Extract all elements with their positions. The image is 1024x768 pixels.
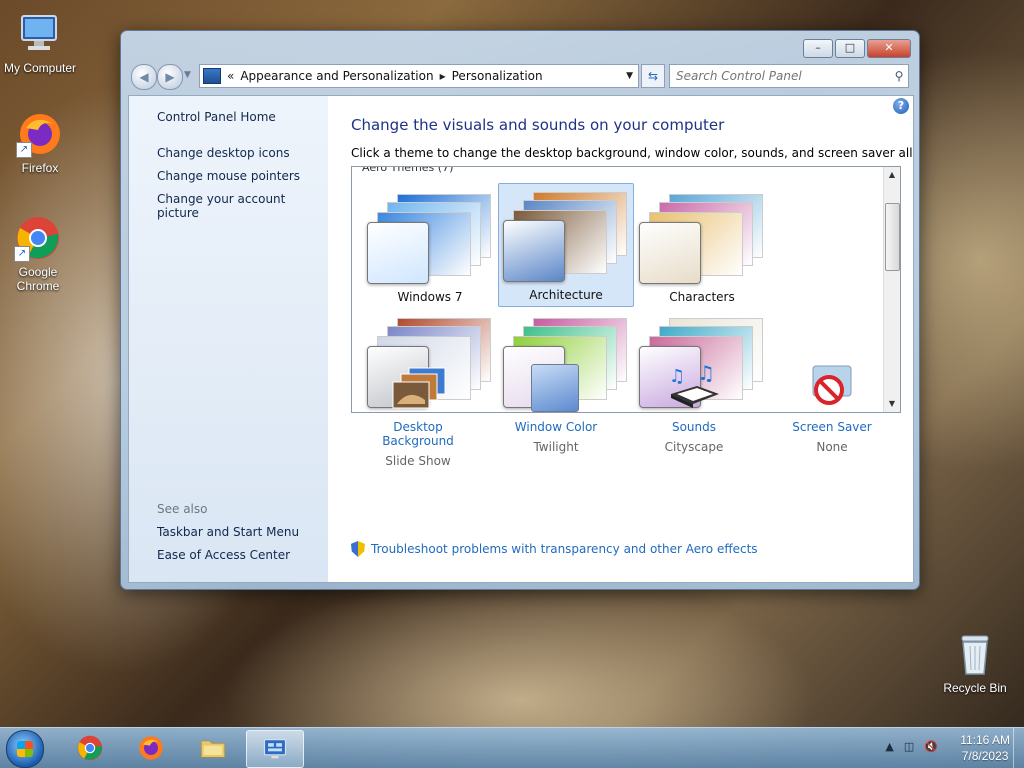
firefox-icon: ↗ — [16, 110, 64, 158]
show-desktop-button[interactable] — [1013, 728, 1024, 768]
control-panel-home-link[interactable]: Control Panel Home — [157, 110, 276, 124]
change-mouse-pointers-link[interactable]: Change mouse pointers — [157, 169, 300, 183]
shield-icon — [351, 541, 365, 557]
window-color-link[interactable]: Window Color — [496, 420, 616, 434]
chrome-icon — [77, 735, 103, 761]
desktop-icon-my-computer[interactable]: My Computer — [0, 10, 80, 75]
desktop-icon-label: Google Chrome — [16, 265, 60, 293]
content-area: Control Panel Home Change desktop icons … — [128, 95, 914, 583]
taskbar-firefox[interactable] — [123, 730, 179, 766]
shortcut-arrow-icon: ↗ — [16, 142, 32, 158]
clock[interactable]: 11:16 AM 7/8/2023 — [960, 732, 1010, 764]
window-color-item[interactable]: Window Color Twilight — [496, 364, 616, 454]
maximize-button[interactable]: □ — [835, 39, 865, 58]
volume-muted-icon[interactable]: 🔇 — [924, 740, 938, 753]
search-icon[interactable]: ⚲ — [890, 69, 908, 83]
change-account-picture-link[interactable]: Change your account picture — [157, 192, 328, 220]
screen-saver-icon — [805, 364, 859, 414]
clock-date: 7/8/2023 — [961, 749, 1009, 763]
firefox-icon — [139, 736, 163, 760]
theme-name: Windows 7 — [397, 290, 463, 304]
show-hidden-icons-icon[interactable]: ▲ — [885, 740, 893, 753]
window-controls: – □ ✕ — [801, 39, 911, 58]
personalization-window: – □ ✕ ◀ ▶ ▼ « Appearance and Personaliza… — [120, 30, 920, 590]
desktop-icon-firefox[interactable]: ↗ Firefox — [0, 110, 80, 175]
theme-glass-color-swatch — [367, 222, 429, 284]
page-subtitle: Click a theme to change the desktop back… — [351, 146, 914, 160]
search-box[interactable]: ⚲ — [669, 64, 909, 88]
start-button[interactable] — [6, 730, 44, 768]
sounds-item[interactable]: ♫ ♫ Sounds Cityscape — [634, 361, 754, 454]
desktop-icon-label: My Computer — [3, 61, 77, 75]
troubleshoot-link[interactable]: Troubleshoot problems with transparency … — [371, 542, 758, 556]
svg-text:♫: ♫ — [697, 364, 715, 385]
recycle-bin-icon — [951, 630, 999, 678]
svg-text:♫: ♫ — [669, 366, 685, 387]
breadcrumb-overflow[interactable]: « — [227, 69, 234, 83]
taskbar-explorer[interactable] — [185, 730, 241, 766]
main-pane: ? Change the visuals and sounds on your … — [328, 96, 913, 582]
theme-glass-color-swatch — [503, 220, 565, 282]
window-color-icon — [529, 364, 583, 414]
address-bar[interactable]: « Appearance and Personalization ▸ Perso… — [199, 64, 639, 88]
page-title: Change the visuals and sounds on your co… — [351, 116, 725, 134]
system-tray: ▲ ◫ 🔇 — [885, 740, 938, 753]
screen-saver-value: None — [816, 440, 848, 454]
desktop-icon-google-chrome[interactable]: ↗ Google Chrome — [0, 214, 78, 293]
taskbar-chrome[interactable] — [62, 730, 118, 766]
computer-icon — [16, 10, 64, 58]
navigation-toolbar: ◀ ▶ ▼ « Appearance and Personalization ▸… — [129, 64, 911, 90]
sounds-value: Cityscape — [664, 440, 724, 454]
sounds-icon: ♫ ♫ — [667, 361, 721, 414]
scroll-up-icon[interactable]: ▲ — [884, 167, 900, 183]
folder-icon — [201, 740, 225, 758]
close-button[interactable]: ✕ — [867, 39, 911, 58]
theme-tile[interactable]: Windows 7 — [362, 185, 498, 309]
scroll-thumb[interactable] — [885, 203, 900, 271]
desktop-icon-recycle-bin[interactable]: Recycle Bin — [935, 630, 1015, 695]
window-color-value: Twilight — [533, 440, 579, 454]
control-panel-icon — [203, 68, 221, 84]
theme-group-label: Aero Themes (7) — [362, 166, 454, 174]
help-icon[interactable]: ? — [893, 98, 909, 114]
address-dropdown-icon[interactable]: ▼ — [626, 71, 633, 81]
taskbar-control-panel[interactable] — [246, 730, 304, 768]
left-pane: Control Panel Home Change desktop icons … — [129, 96, 328, 582]
sounds-link[interactable]: Sounds — [634, 420, 754, 434]
shortcut-arrow-icon: ↗ — [14, 246, 30, 262]
taskbar-start-menu-link[interactable]: Taskbar and Start Menu — [157, 525, 299, 539]
chevron-right-icon[interactable]: ▸ — [440, 69, 446, 83]
control-panel-icon — [263, 739, 287, 759]
desktop-icon-label: Firefox — [21, 161, 59, 175]
theme-name: Characters — [669, 290, 735, 304]
change-desktop-icons-link[interactable]: Change desktop icons — [157, 146, 290, 160]
screen-saver-item[interactable]: Screen Saver None — [772, 364, 892, 454]
minimize-button[interactable]: – — [803, 39, 833, 58]
see-also-heading: See also — [157, 502, 208, 516]
breadcrumb-appearance[interactable]: Appearance and Personalization — [240, 69, 433, 83]
desktop-background-item[interactable]: Desktop Background Slide Show — [358, 364, 478, 468]
windows-logo-icon — [17, 741, 33, 757]
theme-tile[interactable]: Architecture — [498, 183, 634, 307]
search-input[interactable] — [670, 68, 890, 84]
taskbar: ▲ ◫ 🔇 11:16 AM 7/8/2023 — [0, 727, 1024, 768]
refresh-button[interactable]: ⇆ — [641, 64, 665, 88]
breadcrumb-personalization[interactable]: Personalization — [452, 69, 543, 83]
network-icon[interactable]: ◫ — [904, 740, 914, 753]
chrome-icon: ↗ — [14, 214, 62, 262]
recent-pages-dropdown[interactable]: ▼ — [184, 70, 191, 80]
desktop-background-link[interactable]: Desktop Background — [358, 420, 478, 448]
forward-button[interactable]: ▶ — [157, 64, 183, 90]
troubleshoot-row: Troubleshoot problems with transparency … — [351, 541, 758, 557]
clock-time: 11:16 AM — [960, 733, 1010, 747]
theme-name: Architecture — [529, 288, 603, 302]
back-button[interactable]: ◀ — [131, 64, 157, 90]
screen-saver-link[interactable]: Screen Saver — [772, 420, 892, 434]
ease-of-access-link[interactable]: Ease of Access Center — [157, 548, 290, 562]
desktop-background-icon — [391, 364, 446, 414]
desktop-background-value: Slide Show — [385, 454, 451, 468]
theme-tile[interactable]: Characters — [634, 185, 770, 309]
theme-glass-color-swatch — [639, 222, 701, 284]
desktop-icon-label: Recycle Bin — [943, 681, 1007, 695]
